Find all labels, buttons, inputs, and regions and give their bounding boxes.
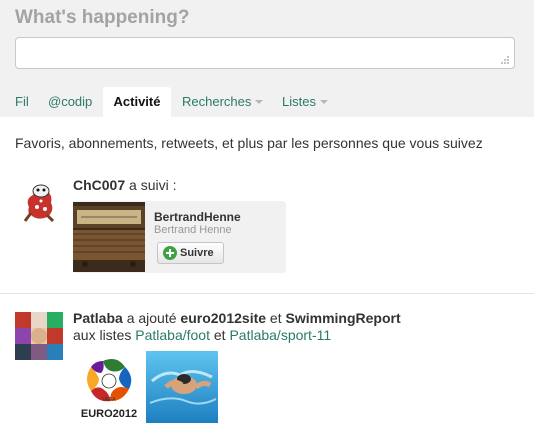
uefa-text: UEFA (102, 397, 116, 403)
account-link[interactable]: SwimmingReport (286, 310, 401, 326)
composer-heading: What's happening? (15, 7, 190, 28)
plus-circle-icon (163, 246, 177, 260)
activity-item: ChC007 a suivi : BertrandHenne Bertrand … (0, 170, 534, 290)
connector-text: et (213, 327, 226, 343)
account-link[interactable]: euro2012site (180, 310, 266, 326)
resize-grip-icon[interactable] (500, 55, 510, 65)
activity-text: ChC007 a suivi : (73, 177, 177, 193)
activity-text: aux listes Patlaba/foot et Patlaba/sport… (73, 327, 331, 343)
avatar[interactable] (15, 177, 63, 225)
list-link[interactable]: Patlaba/foot (135, 327, 210, 343)
actor-name[interactable]: Patlaba (73, 310, 123, 326)
user-handle[interactable]: BertrandHenne (154, 210, 241, 224)
euro2012-logo-text: EURO2012 (81, 408, 137, 420)
chevron-down-icon (255, 99, 264, 104)
connector-text: et (269, 310, 282, 326)
follow-button-label: Suivre (180, 247, 214, 259)
action-text: a suivi : (129, 177, 177, 193)
tab-label: Activité (113, 94, 161, 109)
tab-label: Recherches (182, 94, 252, 109)
activity-text: Patlaba a ajouté euro2012site et Swimmin… (73, 310, 401, 326)
avatar[interactable] (15, 312, 63, 360)
user-fullname: Bertrand Henne (154, 224, 232, 236)
euro2012-avatar[interactable]: UEFA EURO2012 (73, 351, 145, 423)
user-card[interactable]: BertrandHenne Bertrand Henne Suivre (73, 201, 286, 273)
tab-recherches[interactable]: Recherches (182, 87, 264, 117)
chevron-down-icon (319, 99, 328, 104)
swimming-avatar[interactable] (146, 351, 218, 423)
lists-prefix: aux listes (73, 327, 132, 343)
activity-item: Patlaba a ajouté euro2012site et Swimmin… (0, 300, 534, 432)
composer-area: What's happening? Fil @codip Activité Re… (0, 0, 534, 117)
tab-label: Fil (15, 94, 29, 109)
activity-description: Favoris, abonnements, retweets, et plus … (15, 135, 483, 151)
tab-label: @codip (48, 94, 93, 109)
actor-name[interactable]: ChC007 (73, 177, 125, 193)
tab-activite[interactable]: Activité (103, 87, 171, 117)
user-card-avatar[interactable] (73, 202, 145, 272)
action-text: a ajouté (126, 310, 177, 326)
tab-fil[interactable]: Fil (15, 87, 29, 117)
tab-label: Listes (282, 94, 316, 109)
follow-button[interactable]: Suivre (157, 242, 224, 264)
tweet-textarea[interactable] (15, 37, 515, 69)
divider (0, 293, 534, 294)
list-link[interactable]: Patlaba/sport-11 (229, 327, 331, 343)
tab-listes[interactable]: Listes (282, 87, 328, 117)
tab-mentions[interactable]: @codip (48, 87, 92, 117)
